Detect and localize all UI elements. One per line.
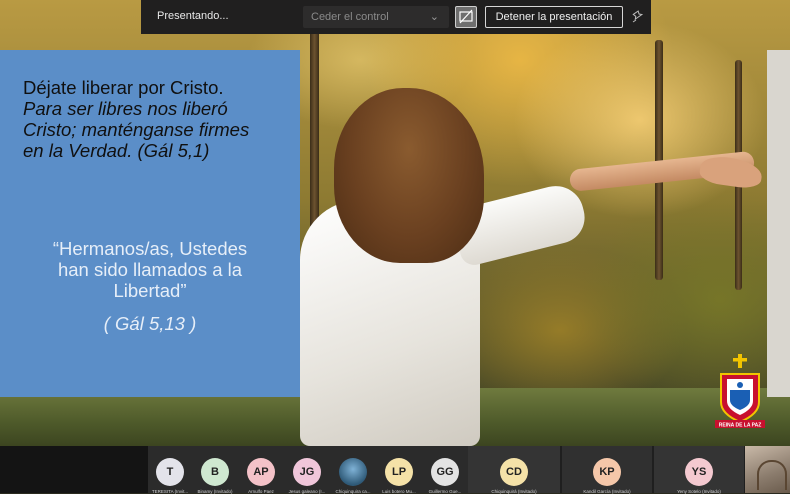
tree-trunk <box>310 20 319 240</box>
slide-quote: “Hermanos/as, Ustedes han sido llamados … <box>20 238 280 301</box>
participant[interactable]: B Binamy (Invitado) <box>197 458 233 494</box>
participant[interactable]: JG Jesus galeano (I... <box>289 458 325 494</box>
participant-name: Binamy (Invitado) <box>197 489 233 494</box>
avatar: B <box>201 458 229 486</box>
quote-line: “Hermanos/as, Ustedes <box>52 238 248 259</box>
slide-title-line: Cristo; manténganse firmes <box>23 119 250 140</box>
participant[interactable]: LP Luis botero Mu... <box>382 458 416 494</box>
church-photo-icon <box>339 458 367 486</box>
woman-hand <box>698 153 764 191</box>
participant[interactable]: YS Yeny Sotelo (Invitado) <box>677 458 721 494</box>
parish-logo: REINA DE LA PAZ <box>713 352 767 432</box>
avatar: GG <box>431 458 459 486</box>
slide-title-line: Para ser libres nos liberó <box>23 98 228 119</box>
presenting-status: Presentando... <box>157 10 229 22</box>
avatar: JG <box>293 458 321 486</box>
stop-presenting-button[interactable]: Detener la presentación <box>485 6 623 28</box>
participant[interactable]: GG Guillermo Gue... <box>429 458 461 494</box>
participant-name: Chiquinquirá (Invitado) <box>491 489 537 494</box>
camera-thumbnail[interactable] <box>745 446 790 493</box>
participant-name: Jesus galeano (I... <box>288 489 326 494</box>
participant-name: TERESITA (Invit... <box>151 489 189 494</box>
woman-hair <box>334 88 484 263</box>
participant[interactable]: CD Chiquinquirá (Invitado) <box>491 458 537 494</box>
quote-line: han sido llamados a la <box>57 259 243 280</box>
participant[interactable]: AP Arnulfo Paez <box>247 458 275 494</box>
slide-title: Déjate liberar por Cristo. Para ser libr… <box>23 77 274 161</box>
participant-name: Guillermo Gue... <box>428 489 462 494</box>
logo-text: REINA DE LA PAZ <box>719 423 762 429</box>
bar-left-area <box>0 446 148 493</box>
avatar: AP <box>247 458 275 486</box>
slide-right-panel <box>767 50 790 397</box>
quote-line: Libertad” <box>113 280 187 301</box>
participant-name: Arnulfo Paez <box>248 489 274 494</box>
avatar: LP <box>385 458 413 486</box>
arch-icon <box>757 460 787 490</box>
include-audio-button[interactable] <box>455 6 477 28</box>
participant-name: Luis botero Mu... <box>382 489 416 494</box>
slide-title-line: Déjate liberar por Cristo. <box>23 77 224 98</box>
participant-name: Chiquinquira ca... <box>335 489 371 494</box>
pin-icon[interactable] <box>631 9 645 23</box>
slide-title-line: en la Verdad. (Gál 5,1) <box>23 140 210 161</box>
screen-share-icon <box>459 9 473 24</box>
slide-quote-reference: ( Gál 5,13 ) <box>103 313 197 334</box>
participant[interactable]: Chiquinquira ca... <box>335 458 371 494</box>
give-control-label: Ceder el control <box>311 11 389 23</box>
participant[interactable]: KP Kandil García (Invitado) <box>583 458 631 494</box>
sharing-toolbar: Presentando... Ceder el control ⌄ Detene… <box>141 0 651 34</box>
participant-name: Kandil García (Invitado) <box>583 489 631 494</box>
shield-emblem-icon: REINA DE LA PAZ <box>715 354 765 429</box>
give-control-dropdown[interactable]: Ceder el control ⌄ <box>303 6 449 28</box>
avatar: KP <box>593 458 621 486</box>
participant[interactable]: T TERESITA (Invit... <box>152 458 188 494</box>
participant-name: Yeny Sotelo (Invitado) <box>677 489 721 494</box>
avatar: T <box>156 458 184 486</box>
avatar: YS <box>685 458 713 486</box>
participants-bar: T TERESITA (Invit... B Binamy (Invitado)… <box>0 446 790 494</box>
chevron-down-icon: ⌄ <box>429 11 439 23</box>
avatar: CD <box>500 458 528 486</box>
